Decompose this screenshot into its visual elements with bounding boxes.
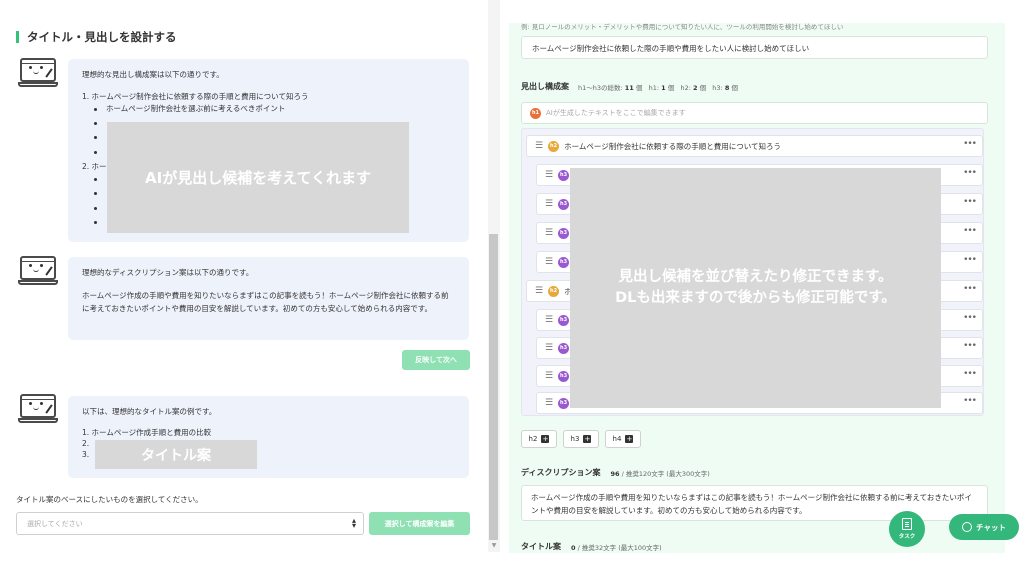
plus-icon: + [583, 435, 592, 443]
ai-robot-icon [18, 56, 58, 90]
outline-item: 1. ホームページ制作会社に依頼する際の手順と費用について知ろう [82, 91, 309, 101]
title-count: 0 / 推奨32文字 (最大100文字) [571, 543, 662, 552]
outline-item-text: ホームページ制作会社に依頼する際の手順と費用について知ろう [564, 141, 781, 151]
target-hint-text: 例: 見ロノールのメリット・デメリットや費用について知りたい人に、ツールの利用開… [521, 23, 844, 31]
h2-badge: h2 [548, 140, 560, 152]
section-title-accent [16, 31, 19, 43]
add-h3-button[interactable]: h3 + [563, 430, 599, 448]
section-title: タイトル・見出しを設計する [16, 30, 177, 44]
outline-header: 見出し構成案 h1〜h3の総数: 11 個 h1: 1 個 h2: 2 個 h3… [521, 81, 738, 92]
drag-handle-icon[interactable]: ☰ [545, 199, 553, 209]
outline-editor-overlay-caption: 見出し候補を並び替えたり修正できます。 DLも出来ますので後からも修正可能です。 [570, 168, 941, 408]
description-header: ディスクリプション案 96 / 推奨120文字 (最大300文字) [521, 467, 710, 478]
more-options-icon[interactable]: ••• [963, 168, 977, 178]
add-h4-button[interactable]: h4 + [605, 430, 641, 448]
chat-bubble-icon [962, 522, 973, 532]
chat-button[interactable]: チャット [949, 514, 1019, 540]
select-placeholder: 選択してください [27, 519, 83, 528]
clipboard-icon [902, 518, 912, 530]
more-options-icon[interactable]: ••• [963, 284, 977, 294]
drag-handle-icon[interactable]: ☰ [545, 257, 553, 267]
description-suggestion-text: ホームページ作成の手順や費用を知りたいならまずはこの記事を読もう！ホームページ制… [82, 290, 449, 314]
drag-handle-icon[interactable]: ☰ [545, 315, 553, 325]
drag-handle-icon[interactable]: ☰ [535, 286, 543, 296]
left-panel: タイトル・見出しを設計する 理想的な見出し構成案は以下の通りです。 1. ホーム… [0, 0, 488, 576]
title-overlay-caption: タイトル案 [95, 440, 257, 469]
chat-label: チャット [976, 522, 1006, 532]
title-label: タイトル案 [521, 542, 561, 551]
outline-overlay-caption: AIが見出し候補を考えてくれます [107, 122, 409, 233]
drag-handle-icon[interactable]: ☰ [545, 170, 553, 180]
select-arrows-icon: ▴ ▾ [351, 516, 356, 530]
h3-badge: h3 [558, 256, 570, 268]
h2-badge: h2 [548, 285, 560, 297]
task-button[interactable]: タスク [889, 511, 925, 547]
more-options-icon[interactable]: ••• [963, 369, 977, 379]
plus-icon: + [625, 435, 634, 443]
h3-badge: h3 [558, 342, 570, 354]
drag-handle-icon[interactable]: ☰ [545, 371, 553, 381]
more-options-icon[interactable]: ••• [963, 226, 977, 236]
add-h2-button[interactable]: h2 + [521, 430, 557, 448]
h1-edit-field[interactable]: h1 AIが生成したテキストをここで編集できます [521, 102, 988, 124]
title-item: 1. ホームページ作成手順と費用の比較 [82, 427, 212, 437]
outline-h2-item[interactable]: ☰ h2 ホームページ制作会社に依頼する際の手順と費用について知ろう ••• [526, 135, 983, 157]
scroll-down-arrow-icon[interactable]: ▼ [489, 542, 499, 552]
bubble-lead: 以下は、理想的なタイトル案の例です。 [82, 407, 217, 416]
h3-badge: h3 [558, 227, 570, 239]
drag-handle-icon[interactable]: ☰ [545, 343, 553, 353]
target-input[interactable]: ホームページ制作会社に依頼した際の手順や費用をしたい人に検討し始めてほしい [521, 36, 988, 59]
description-count: 96 / 推奨120文字 (最大300文字) [610, 469, 710, 478]
reflect-next-button[interactable]: 反映して次へ [402, 350, 470, 370]
title-base-select-label: タイトル案のベースにしたいものを選択してください。 [16, 495, 203, 504]
more-options-icon[interactable]: ••• [963, 255, 977, 265]
h1-badge: h1 [530, 107, 541, 119]
h3-badge: h3 [558, 169, 570, 181]
ai-robot-icon [18, 392, 58, 426]
h1-placeholder: AIが生成したテキストをここで編集できます [546, 109, 686, 117]
title-header: タイトル案 0 / 推奨32文字 (最大100文字) [521, 541, 662, 552]
section-title-text: タイトル・見出しを設計する [27, 30, 177, 44]
select-edit-outline-button[interactable]: 選択して構成案を編集 [369, 512, 470, 535]
h3-badge: h3 [558, 397, 570, 409]
description-suggestion-bubble: 理想的なディスクリプション案は以下の通りです。 ホームページ作成の手順や費用を知… [68, 257, 469, 340]
more-options-icon[interactable]: ••• [963, 139, 977, 149]
h3-badge: h3 [558, 370, 570, 382]
task-label: タスク [898, 534, 916, 540]
h3-badge: h3 [558, 314, 570, 326]
drag-handle-icon[interactable]: ☰ [545, 398, 553, 408]
h3-badge: h3 [558, 198, 570, 210]
ai-robot-icon [18, 254, 58, 288]
outline-title: 見出し構成案 [521, 82, 569, 91]
more-options-icon[interactable]: ••• [963, 341, 977, 351]
bubble-lead: 理想的な見出し構成案は以下の通りです。 [82, 70, 224, 79]
drag-handle-icon[interactable]: ☰ [535, 141, 543, 151]
description-title: ディスクリプション案 [521, 468, 601, 477]
bubble-lead: 理想的なディスクリプション案は以下の通りです。 [82, 268, 254, 277]
plus-icon: + [541, 435, 550, 443]
outline-subitem: ホームページ制作会社を選ぶ前に考えるべきポイント [82, 102, 455, 116]
more-options-icon[interactable]: ••• [963, 197, 977, 207]
more-options-icon[interactable]: ••• [963, 396, 977, 406]
title-base-select[interactable]: 選択してください ▴ ▾ [16, 512, 364, 535]
more-options-icon[interactable]: ••• [963, 313, 977, 323]
scrollbar-thumb[interactable] [489, 234, 498, 540]
outline-counts: h1〜h3の総数: 11 個 h1: 1 個 h2: 2 個 h3: 8 個 [578, 83, 738, 92]
drag-handle-icon[interactable]: ☰ [545, 228, 553, 238]
